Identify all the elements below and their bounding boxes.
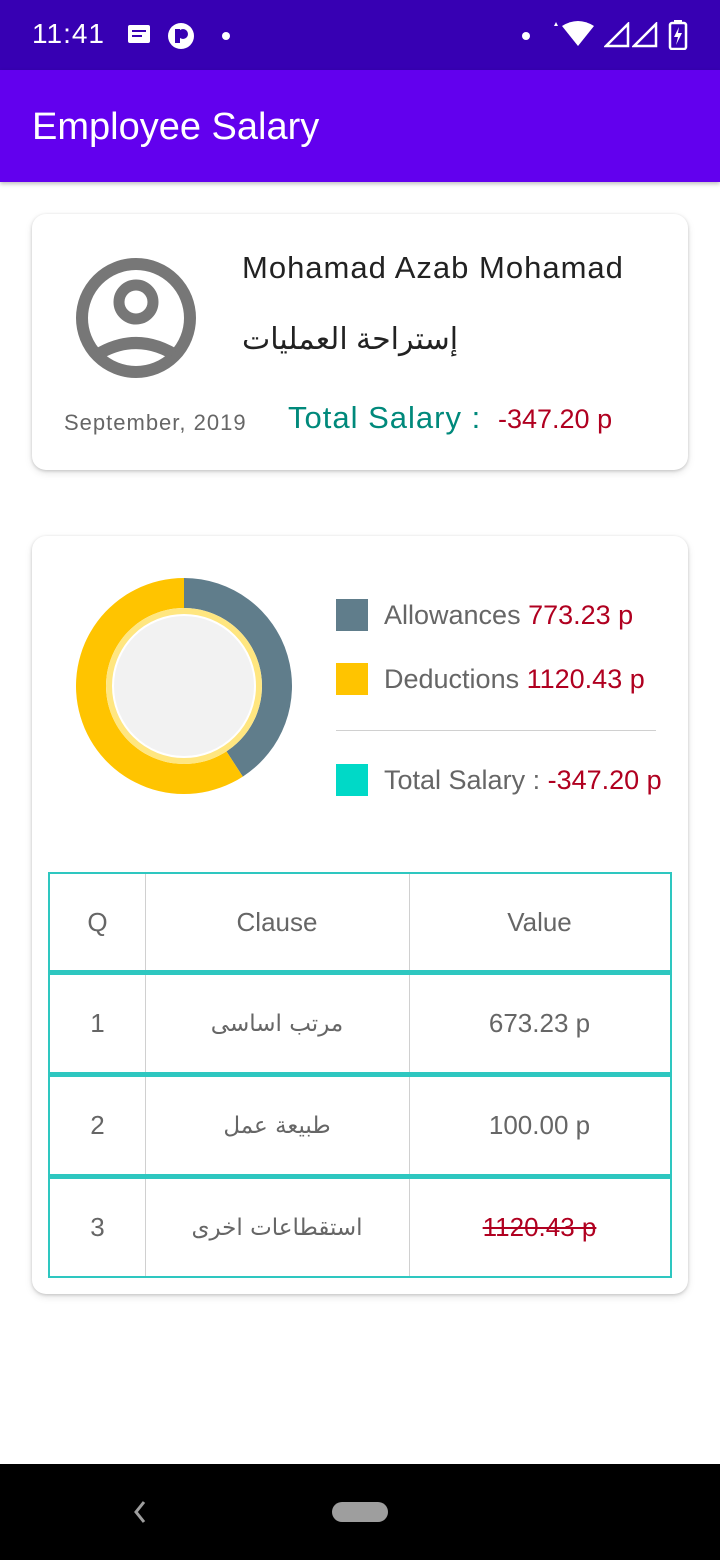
legend-divider bbox=[336, 730, 656, 731]
row-clause: طبيعة عمل bbox=[145, 1077, 410, 1174]
legend-total: Total Salary : -347.20 p bbox=[384, 765, 662, 796]
legend-total-value: -347.20 p bbox=[547, 765, 662, 795]
salary-donut-chart bbox=[76, 578, 292, 794]
dot-icon bbox=[222, 32, 230, 40]
donut-hole bbox=[114, 616, 254, 756]
row-value: 100.00 p bbox=[488, 1110, 591, 1140]
total-salary-label: Total Salary : bbox=[288, 400, 482, 435]
table-row: 2 طبيعة عمل 100.00 p bbox=[48, 1074, 672, 1176]
navigation-bar bbox=[0, 1464, 720, 1560]
legend-deductions: Deductions 1120.43 p bbox=[384, 664, 645, 695]
table-row: 3 استقطاعات اخرى 1120.43 p bbox=[48, 1176, 672, 1278]
salary-table: Q Clause Value 1 مرتب اساسى 673.23 p 2 ط… bbox=[48, 872, 672, 1278]
legend-deductions-value: 1120.43 p bbox=[526, 664, 645, 694]
back-icon[interactable] bbox=[128, 1498, 152, 1526]
dot-icon bbox=[522, 32, 530, 40]
legend-allowances: Allowances 773.23 p bbox=[384, 600, 633, 631]
legend-swatch-total bbox=[336, 764, 368, 796]
row-clause: مرتب اساسى bbox=[145, 975, 410, 1072]
app-bar: Employee Salary bbox=[0, 70, 720, 182]
status-time: 11:41 bbox=[32, 18, 105, 49]
row-clause: استقطاعات اخرى bbox=[145, 1179, 410, 1276]
employee-name: Mohamad Azab Mohamad bbox=[242, 250, 624, 285]
pocket-icon bbox=[168, 23, 194, 49]
table-header-row: Q Clause Value bbox=[48, 872, 672, 972]
legend-allowances-value: 773.23 p bbox=[528, 600, 634, 630]
status-bar: 11:41 bbox=[0, 0, 720, 70]
wifi-icon bbox=[554, 21, 594, 46]
row-value-struck: 1120.43 p bbox=[482, 1212, 597, 1242]
signal-icon bbox=[632, 22, 658, 48]
battery-charging-icon bbox=[668, 20, 688, 50]
table-row: 1 مرتب اساسى 673.23 p bbox=[48, 972, 672, 1074]
header-value: Value bbox=[507, 906, 572, 937]
row-value: 673.23 p bbox=[488, 1008, 591, 1038]
legend-deductions-label: Deductions bbox=[384, 664, 520, 694]
account-circle-icon bbox=[76, 258, 196, 378]
home-pill[interactable] bbox=[332, 1502, 388, 1522]
app-title: Employee Salary bbox=[32, 106, 320, 148]
legend-total-label: Total Salary : bbox=[384, 765, 541, 795]
row-q: 3 bbox=[50, 1179, 146, 1276]
legend-allowances-label: Allowances bbox=[384, 600, 521, 630]
header-clause: Clause bbox=[145, 874, 410, 970]
row-q: 2 bbox=[50, 1077, 146, 1174]
message-icon bbox=[128, 25, 150, 43]
employee-card: Mohamad Azab Mohamad إستراحة العمليات Se… bbox=[32, 214, 688, 470]
legend-swatch-deductions bbox=[336, 663, 368, 695]
total-salary-value: -347.20 p bbox=[498, 404, 613, 434]
header-q: Q bbox=[50, 874, 146, 970]
salary-breakdown-card: Allowances 773.23 p Deductions 1120.43 p… bbox=[32, 536, 688, 1294]
signal-icon bbox=[604, 22, 630, 48]
salary-period: September, 2019 bbox=[64, 410, 247, 435]
employee-department: إستراحة العمليات bbox=[242, 323, 459, 356]
row-q: 1 bbox=[50, 975, 146, 1072]
legend-swatch-allowances bbox=[336, 599, 368, 631]
